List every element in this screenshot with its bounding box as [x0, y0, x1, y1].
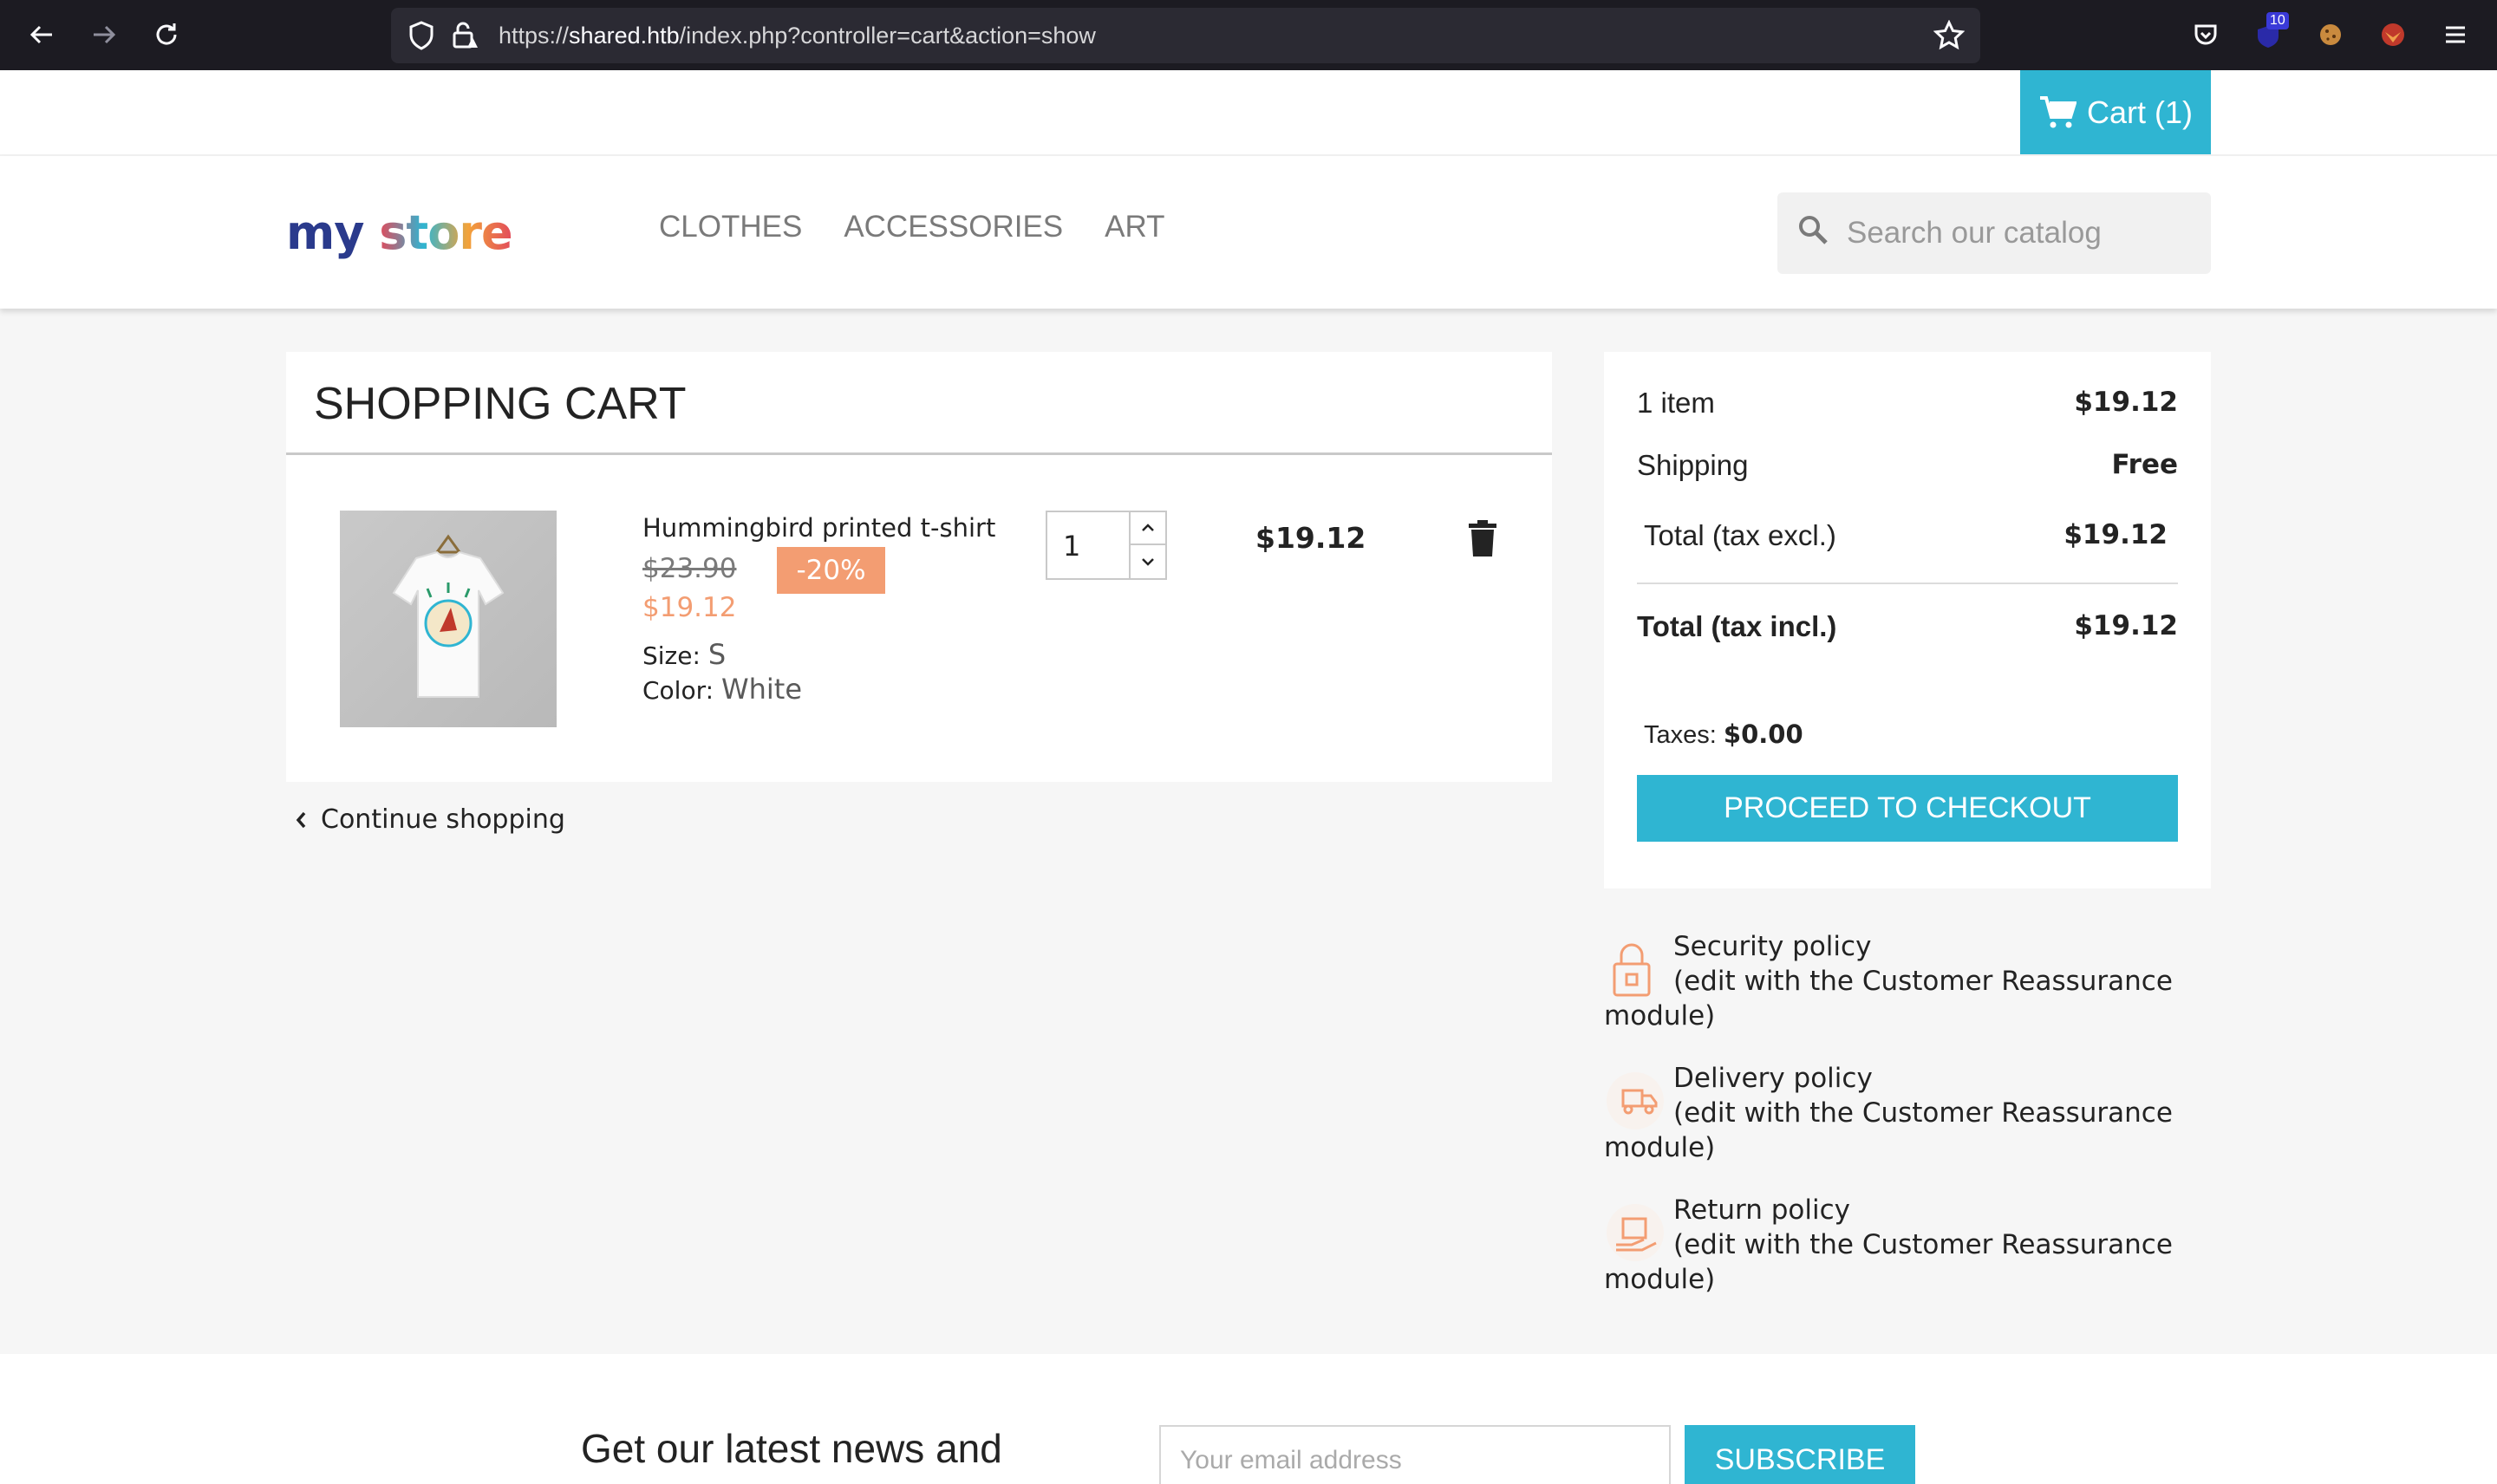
reassurance-title: Delivery policy: [1673, 1063, 1873, 1094]
menu-item-clothes[interactable]: CLOTHES: [659, 210, 802, 244]
url-prefix: https://: [499, 23, 570, 49]
reassurance-security: Security policy (edit with the Customer …: [1604, 929, 2228, 1033]
return-box-icon: [1604, 1201, 1666, 1264]
product-attribute-color: Color: White: [642, 673, 802, 706]
color-value: White: [720, 673, 802, 706]
product-name[interactable]: Hummingbird printed t-shirt: [642, 513, 995, 543]
back-icon[interactable]: [24, 17, 59, 52]
newsletter-email-input[interactable]: Your email address: [1159, 1425, 1671, 1484]
summary-shipping-row: Shipping Free: [1637, 449, 2178, 482]
extension-shield-icon[interactable]: 10: [2251, 12, 2289, 52]
continue-shopping-link[interactable]: Continue shopping: [295, 804, 565, 835]
forward-icon[interactable]: [87, 17, 121, 52]
summary-taxes-amount: $0.00: [1723, 719, 1803, 749]
hamburger-menu-icon[interactable]: [2438, 17, 2473, 52]
proceed-to-checkout-button[interactable]: PROCEED TO CHECKOUT: [1637, 775, 2178, 842]
summary-total-incl-amount: $19.12: [2074, 610, 2178, 641]
cart-button-label: Cart (1): [2086, 94, 2193, 130]
menu-item-accessories[interactable]: ACCESSORIES: [844, 210, 1063, 244]
lock-warning-icon[interactable]: [450, 20, 479, 55]
search-input[interactable]: Search our catalog: [1847, 192, 2102, 274]
logo-text-store: store: [379, 205, 512, 260]
main-menu: CLOTHES ACCESSORIES ART: [659, 210, 1165, 244]
product-attribute-size: Size: S: [642, 638, 726, 671]
reassurance-title: Security policy: [1673, 931, 1872, 962]
search-icon[interactable]: [1796, 213, 1831, 251]
summary-total-incl-label: Total (tax incl.): [1637, 610, 1837, 642]
foxyproxy-icon[interactable]: [2376, 17, 2410, 52]
extension-badge: 10: [2266, 12, 2289, 29]
newsletter-title: Get our latest news and: [581, 1426, 1002, 1471]
menu-item-art[interactable]: ART: [1105, 210, 1164, 244]
quantity-stepper[interactable]: 1: [1046, 511, 1167, 580]
top-utility-bar: Cart (1): [0, 70, 2497, 156]
lock-icon: [1604, 938, 1666, 1000]
continue-shopping-label: Continue shopping: [321, 804, 565, 835]
pocket-icon[interactable]: [2188, 17, 2223, 52]
quantity-input[interactable]: 1: [1063, 512, 1080, 580]
quantity-buttons: [1129, 512, 1165, 580]
quantity-decrease-button[interactable]: [1131, 545, 1165, 578]
newsletter-section: Get our latest news and Your email addre…: [0, 1354, 2497, 1484]
summary-shipping-label: Shipping: [1637, 449, 1749, 481]
summary-items-row: 1 item $19.12: [1637, 387, 2178, 420]
subscribe-button[interactable]: SUBSCRIBE: [1685, 1425, 1915, 1484]
summary-total-excl-row: Total (tax excl.) $19.12: [1644, 519, 2168, 552]
newsletter-email-placeholder: Your email address: [1180, 1446, 1402, 1474]
size-value: S: [707, 638, 727, 671]
regular-price: $23.90: [642, 553, 737, 584]
shield-icon[interactable]: [407, 20, 436, 55]
cart-button[interactable]: Cart (1): [2020, 70, 2211, 154]
chevron-up-icon: [1142, 524, 1154, 531]
page-title: SHOPPING CART: [314, 379, 687, 429]
divider: [1637, 583, 2178, 584]
summary-total-incl-row: Total (tax incl.) $19.12: [1637, 610, 2178, 643]
reassurance-description: (edit with the Customer Reassurance: [1673, 1097, 2173, 1129]
summary-total-excl-amount: $19.12: [2063, 519, 2168, 550]
reassurance-description: (edit with the Customer Reassurance: [1673, 1229, 2173, 1260]
reassurance-description: (edit with the Customer Reassurance: [1673, 966, 2173, 997]
summary-shipping-amount: Free: [2111, 449, 2178, 480]
reassurance-title: Return policy: [1673, 1194, 1850, 1226]
color-label: Color:: [642, 676, 714, 705]
url-text[interactable]: https://shared.htb/index.php?controller=…: [499, 8, 1096, 63]
divider: [286, 452, 1552, 455]
site-header: my store CLOTHES ACCESSORIES ART Search …: [0, 156, 2497, 309]
line-total-price: $19.12: [1255, 521, 1366, 555]
quantity-increase-button[interactable]: [1131, 512, 1165, 545]
url-path: /index.php?controller=cart&action=show: [679, 23, 1096, 49]
summary-items-amount: $19.12: [2074, 387, 2178, 418]
discount-badge: -20%: [777, 547, 885, 594]
cart-summary: 1 item $19.12 Shipping Free Total (tax e…: [1604, 352, 2211, 888]
truck-icon: [1604, 1070, 1666, 1132]
browser-toolbar: https://shared.htb/index.php?controller=…: [0, 0, 2497, 70]
url-host: shared.htb: [569, 23, 680, 49]
reload-icon[interactable]: [149, 17, 184, 52]
shopping-cart-panel: SHOPPING CART Hummingbird printed t-shir…: [286, 352, 1552, 782]
cookie-icon[interactable]: [2313, 17, 2348, 52]
logo-text-my: my: [286, 205, 364, 260]
reassurance-description-end: module): [1604, 1000, 1716, 1032]
tshirt-image: [392, 534, 505, 698]
size-label: Size:: [642, 641, 701, 670]
chevron-left-icon: [296, 811, 306, 828]
summary-taxes-label: Taxes:: [1644, 721, 1717, 749]
summary-taxes: Taxes: $0.00: [1644, 719, 1803, 750]
reassurance-description-end: module): [1604, 1132, 1716, 1163]
url-bar[interactable]: https://shared.htb/index.php?controller=…: [391, 8, 1980, 63]
reassurance-description-end: module): [1604, 1264, 1716, 1295]
reassurance-return: Return policy (edit with the Customer Re…: [1604, 1193, 2228, 1297]
search-box[interactable]: Search our catalog: [1777, 192, 2211, 274]
product-image[interactable]: [340, 511, 557, 727]
chevron-down-icon: [1142, 558, 1154, 566]
bookmark-star-icon[interactable]: [1933, 19, 1966, 55]
summary-total-excl-label: Total (tax excl.): [1644, 519, 1836, 551]
summary-items-label: 1 item: [1637, 387, 1715, 419]
product-price: $19.12: [642, 592, 737, 623]
shopping-cart-icon: [2039, 95, 2076, 127]
store-logo[interactable]: my store: [286, 205, 513, 260]
reassurance-delivery: Delivery policy (edit with the Customer …: [1604, 1061, 2228, 1165]
delete-icon[interactable]: [1467, 520, 1498, 556]
